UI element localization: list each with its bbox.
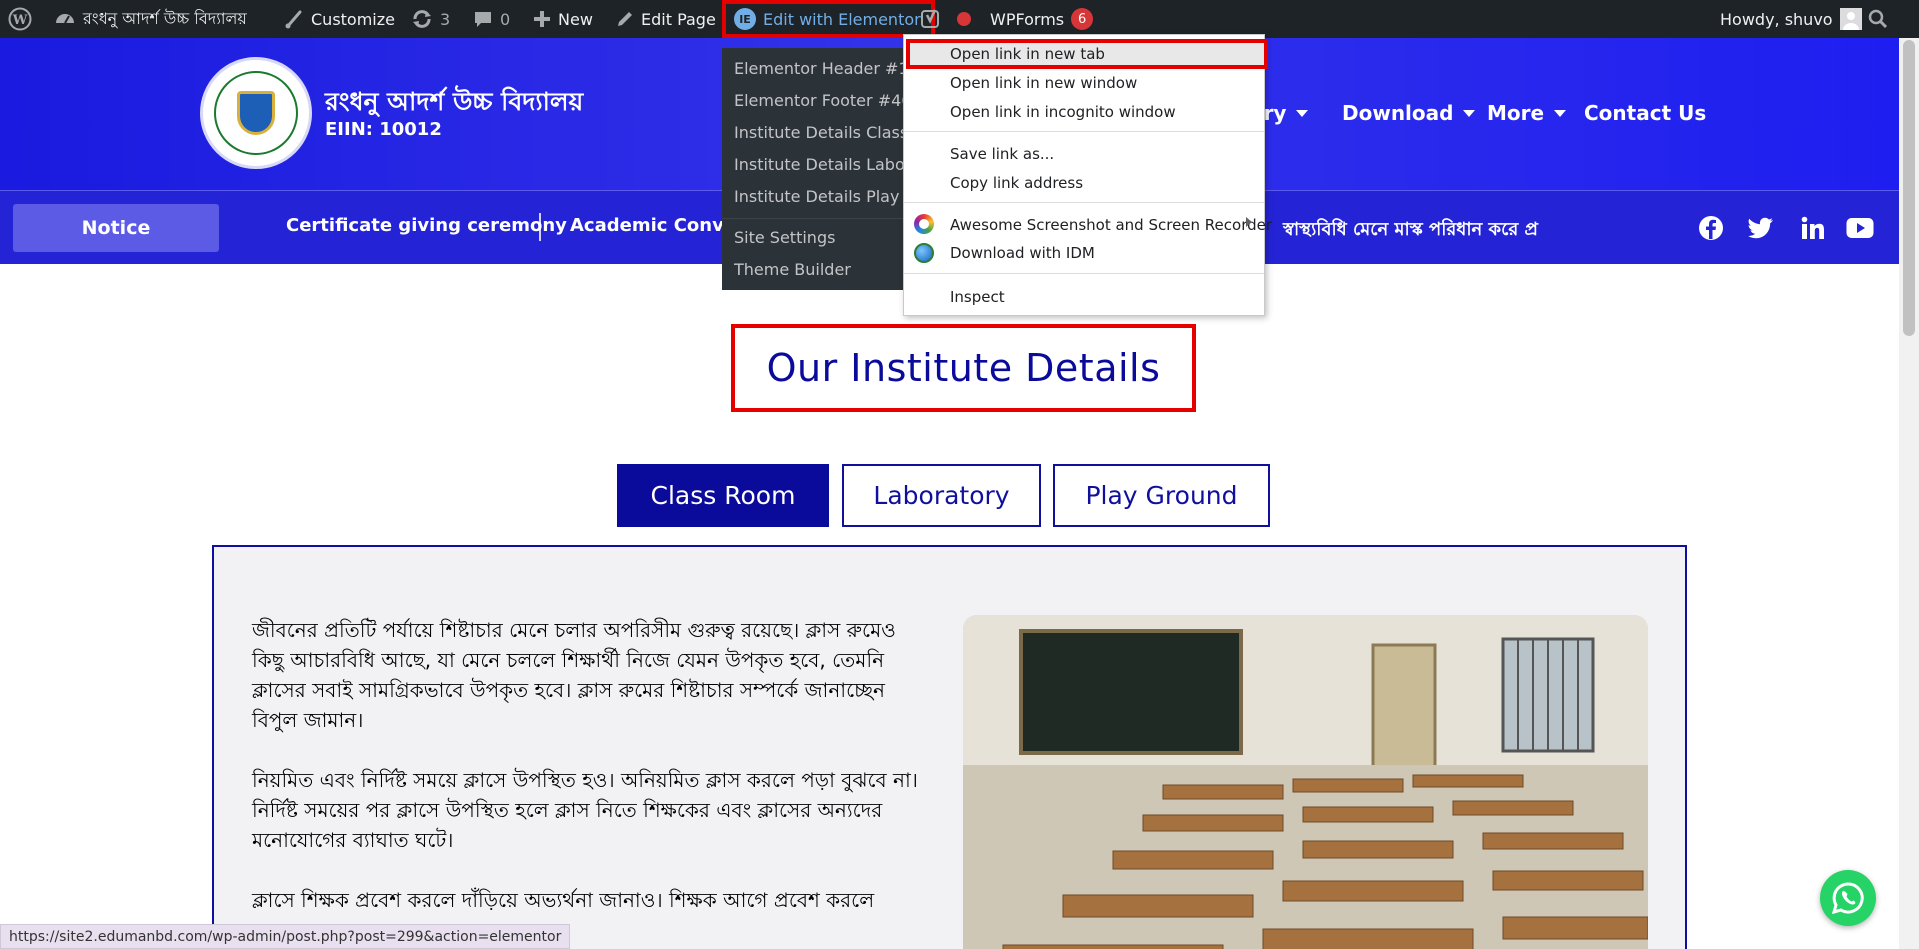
comment-icon (473, 9, 493, 29)
menu-item-play-ground[interactable]: Institute Details Play Gr... (734, 187, 907, 206)
link-status-bar: https://site2.edumanbd.com/wp-admin/post… (0, 924, 571, 949)
customize-label: Customize (311, 9, 395, 29)
menu-item-laboratory[interactable]: Institute Details Laborat... (734, 155, 907, 174)
chevron-right-icon (1246, 217, 1252, 227)
adminbar-search[interactable] (1868, 0, 1888, 38)
yoast-icon (920, 8, 942, 30)
site-name-menu[interactable]: রংধনু আদর্শ উচ্চ বিদ্যালয় (54, 0, 247, 38)
context-open-new-tab[interactable]: Open link in new tab (950, 45, 1105, 63)
context-open-incognito[interactable]: Open link in incognito window (950, 103, 1176, 121)
nav-item-contact[interactable]: Contact Us (1584, 101, 1706, 125)
record-dot-icon (957, 12, 971, 26)
ticker-divider (539, 213, 541, 241)
new-label: New (558, 9, 593, 29)
menu-divider (904, 131, 1264, 132)
edit-page-label: Edit Page (641, 9, 716, 29)
svg-text:W: W (12, 13, 28, 28)
comments-link[interactable]: 0 (473, 0, 510, 38)
pencil-icon (616, 10, 634, 28)
wpforms-menu[interactable]: WPForms 6 (990, 0, 1094, 38)
chevron-down-icon (1554, 109, 1567, 117)
whatsapp-chat-button[interactable] (1820, 870, 1876, 926)
page-title: Our Institute Details (766, 346, 1161, 390)
notice-ticker-item[interactable]: স্বাস্থ্যবিধি মেনে মাস্ক পরিধান করে প্র (1283, 215, 1538, 246)
menu-divider (904, 273, 1264, 274)
edit-elementor-label: Edit with Elementor (763, 9, 921, 29)
menu-item-class-room[interactable]: Institute Details Class R... (734, 123, 907, 142)
context-open-new-window[interactable]: Open link in new window (950, 74, 1137, 92)
context-download-idm[interactable]: Download with IDM (950, 244, 1095, 262)
menu-item-theme-builder[interactable]: Theme Builder (734, 260, 907, 279)
context-awesome-screenshot[interactable]: Awesome Screenshot and Screen Recorder (950, 216, 1272, 234)
tab-play-ground[interactable]: Play Ground (1053, 464, 1270, 527)
tab-content-panel: জীবনের প্রতিটি পর্যায়ে শিষ্টাচার মেনে চ… (212, 545, 1687, 949)
nav-item-download[interactable]: Download (1342, 101, 1476, 125)
wp-logo-menu[interactable]: W (8, 0, 32, 38)
nav-more-label: More (1487, 101, 1545, 125)
nav-item-more[interactable]: More (1487, 101, 1567, 125)
menu-item-elementor-header[interactable]: Elementor Header #11 (734, 59, 907, 78)
youtube-icon[interactable] (1846, 215, 1874, 241)
twitter-icon[interactable] (1748, 215, 1774, 241)
wordpress-icon: W (8, 7, 32, 31)
plus-icon (533, 10, 551, 28)
idm-icon (914, 243, 934, 263)
section-title-box: Our Institute Details (731, 324, 1196, 412)
updates-icon (411, 8, 433, 30)
school-logo[interactable] (200, 57, 312, 169)
tab-class-room[interactable]: Class Room (617, 464, 829, 527)
whatsapp-icon (1831, 882, 1864, 915)
elementor-icon: IE (734, 8, 756, 30)
school-eiin: EIIN: 10012 (325, 119, 442, 140)
avatar-icon (1839, 8, 1862, 30)
new-content-menu[interactable]: New (533, 0, 593, 38)
nav-download-label: Download (1342, 101, 1454, 125)
recording-indicator[interactable] (957, 0, 971, 38)
wpforms-badge: 6 (1071, 8, 1094, 30)
dashboard-icon (54, 8, 76, 30)
nav-contact-label: Contact Us (1584, 101, 1707, 125)
comments-count: 0 (500, 9, 511, 29)
updates-count: 3 (440, 9, 451, 29)
menu-item-elementor-footer[interactable]: Elementor Footer #46 (734, 91, 907, 110)
site-name-label: রংধনু আদর্শ উচ্চ বিদ্যালয় (83, 8, 247, 28)
menu-divider (904, 202, 1264, 203)
menu-item-site-settings[interactable]: Site Settings (734, 228, 907, 247)
elementor-dropdown-menu: Elementor Header #11 Elementor Footer #4… (722, 48, 907, 290)
notice-button[interactable]: Notice (13, 204, 219, 252)
user-account-menu[interactable]: Howdy, shuvo (1720, 0, 1862, 38)
howdy-label: Howdy, shuvo (1720, 9, 1833, 29)
edit-page-link[interactable]: Edit Page (616, 0, 716, 38)
chevron-down-icon (1296, 109, 1309, 117)
brush-icon (284, 9, 304, 29)
customize-link[interactable]: Customize (284, 0, 395, 38)
updates-link[interactable]: 3 (411, 0, 450, 38)
notice-ticker-item[interactable]: Certificate giving ceremony (286, 215, 567, 236)
content-paragraph: ক্লাসে শিক্ষক প্রবেশ করলে দাঁড়িয়ে অভ্য… (252, 888, 875, 912)
browser-context-menu: Open link in new tab Open link in new wi… (903, 34, 1272, 316)
chevron-down-icon (1463, 109, 1476, 117)
wp-admin-bar: W রংধনু আদর্শ উচ্চ বিদ্যালয় Customize 3… (0, 0, 1919, 38)
context-save-link[interactable]: Save link as... (950, 145, 1054, 163)
yoast-menu[interactable] (920, 0, 942, 38)
linkedin-icon[interactable] (1800, 215, 1826, 241)
edit-with-elementor-link[interactable]: IE Edit with Elementor (722, 0, 935, 38)
search-icon (1868, 9, 1888, 29)
wpforms-label: WPForms (990, 9, 1065, 29)
tab-laboratory[interactable]: Laboratory (842, 464, 1041, 527)
facebook-icon[interactable] (1698, 215, 1724, 241)
content-paragraph: জীবনের প্রতিটি পর্যায়ে শিষ্টাচার মেনে চ… (252, 618, 896, 732)
context-inspect[interactable]: Inspect (950, 288, 1005, 306)
menu-divider (722, 218, 907, 219)
scrollbar-thumb[interactable] (1903, 40, 1915, 336)
context-copy-link[interactable]: Copy link address (950, 174, 1083, 192)
classroom-photo (963, 615, 1648, 949)
content-paragraph: নিয়মিত এবং নির্দিষ্ট সময়ে ক্লাসে উপস্থ… (252, 768, 918, 852)
